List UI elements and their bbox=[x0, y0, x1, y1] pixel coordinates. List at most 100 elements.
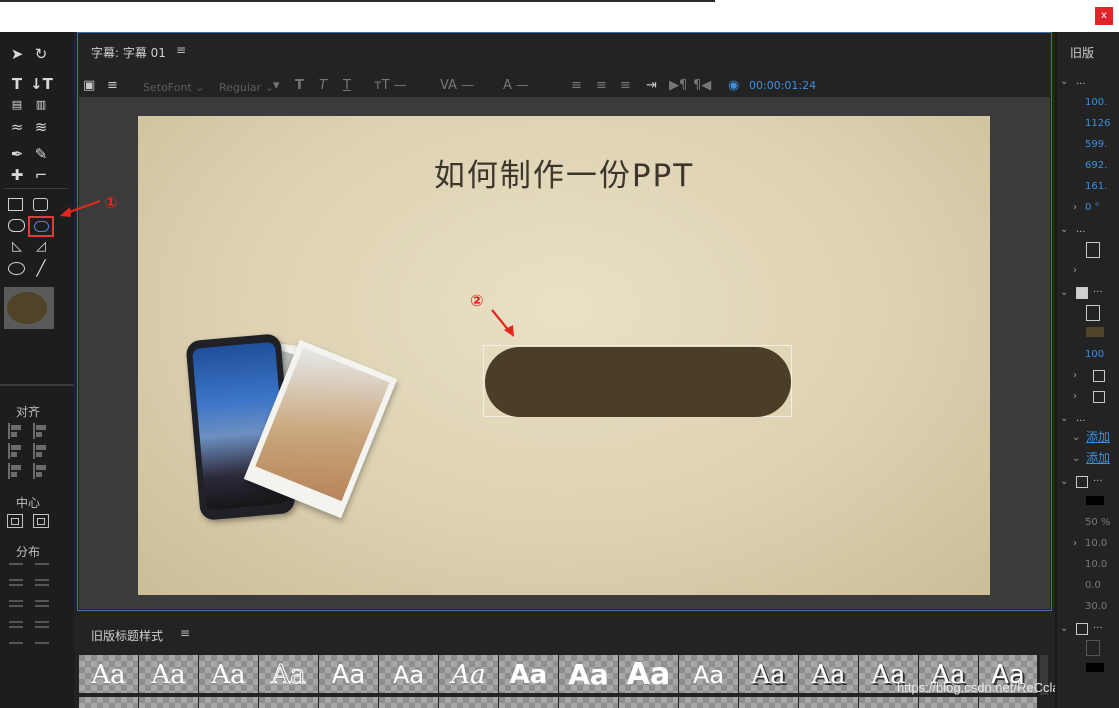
style-swatch[interactable]: Aa bbox=[559, 655, 618, 693]
background-timecode[interactable]: 00:00:01:24 bbox=[749, 79, 816, 92]
chevron-down-icon[interactable]: ⌄ bbox=[1060, 476, 1068, 487]
leading-icon[interactable]: ᴛT — bbox=[374, 78, 407, 93]
distribute-top-icon[interactable] bbox=[35, 563, 49, 581]
sheen-checkbox[interactable] bbox=[1093, 370, 1105, 382]
style-swatch[interactable] bbox=[979, 697, 1037, 708]
opacity-value[interactable]: 100 bbox=[1085, 349, 1104, 360]
distribute-right-icon[interactable] bbox=[9, 605, 23, 623]
rounded-rectangle-tool-selected[interactable] bbox=[28, 216, 54, 237]
styles-panel-menu-icon[interactable]: ≡ bbox=[180, 626, 190, 640]
distribute-left-icon[interactable] bbox=[9, 563, 23, 581]
center-vertical-icon[interactable] bbox=[33, 514, 49, 528]
style-swatch[interactable] bbox=[859, 697, 918, 708]
fill-checkbox[interactable] bbox=[1076, 287, 1088, 299]
style-swatch[interactable]: Aa bbox=[259, 655, 318, 693]
align-left-text-icon[interactable]: ≡ bbox=[571, 78, 582, 93]
style-swatch[interactable] bbox=[739, 697, 798, 708]
style-swatch[interactable]: Aa bbox=[799, 655, 858, 693]
style-swatch[interactable]: Aa bbox=[79, 655, 138, 693]
chevron-down-icon[interactable]: ⌄ bbox=[1060, 623, 1068, 634]
arc-tool-icon[interactable]: ◿ bbox=[30, 238, 52, 256]
font-size-icon[interactable]: ▾ bbox=[273, 78, 280, 93]
dropdown-toggle[interactable] bbox=[1086, 242, 1100, 258]
style-swatch[interactable] bbox=[319, 697, 378, 708]
style-swatch[interactable] bbox=[79, 697, 138, 708]
path-type-tool-icon[interactable]: ≈ bbox=[6, 118, 28, 136]
slide-title-text[interactable]: 如何制作一份PPT bbox=[138, 150, 990, 195]
font-style-select[interactable]: Regular ⌄ bbox=[219, 81, 274, 94]
property-value[interactable]: 100. bbox=[1085, 97, 1107, 108]
style-swatch[interactable] bbox=[259, 697, 318, 708]
pen-tool-icon[interactable]: ✒ bbox=[6, 145, 28, 163]
italic-icon[interactable]: T bbox=[319, 78, 327, 93]
dropdown-toggle[interactable] bbox=[1086, 640, 1100, 656]
align-center-text-icon[interactable]: ≡ bbox=[596, 78, 607, 93]
align-right-text-icon[interactable]: ≡ bbox=[620, 78, 631, 93]
shadow-distance-value[interactable]: 10.0 bbox=[1085, 559, 1107, 570]
font-family-select[interactable]: SetoFont ⌄ bbox=[143, 81, 204, 94]
rounded-rectangle-tool-icon[interactable] bbox=[33, 198, 48, 211]
style-swatch[interactable]: Aa bbox=[319, 655, 378, 693]
close-button[interactable]: x bbox=[1095, 7, 1113, 25]
underline-icon[interactable]: T bbox=[343, 78, 351, 93]
chevron-right-icon[interactable]: › bbox=[1073, 265, 1077, 276]
style-swatch[interactable] bbox=[499, 697, 558, 708]
paragraph-ltr-icon[interactable]: ¶◀ bbox=[693, 78, 711, 93]
distribute-bottom-icon[interactable] bbox=[35, 605, 49, 623]
property-value[interactable]: 0 ° bbox=[1085, 202, 1100, 213]
center-horizontal-icon[interactable] bbox=[7, 514, 23, 528]
line-tool-icon[interactable]: ╱ bbox=[30, 259, 52, 277]
properties-tab[interactable]: 旧版 bbox=[1070, 44, 1094, 61]
distribute-spacing-v-icon[interactable] bbox=[35, 626, 49, 644]
shadow-checkbox[interactable] bbox=[1076, 476, 1088, 488]
style-swatch[interactable]: Aa bbox=[499, 655, 558, 693]
chevron-down-icon[interactable]: ⌄ bbox=[1060, 413, 1068, 424]
style-swatch[interactable] bbox=[379, 697, 438, 708]
roll-crawl-icon[interactable]: ▣ bbox=[83, 78, 95, 93]
chevron-down-icon[interactable]: ⌄ bbox=[1072, 432, 1080, 443]
shadow-color-swatch[interactable] bbox=[1086, 496, 1104, 505]
property-value[interactable]: 599. bbox=[1085, 139, 1107, 150]
property-value[interactable]: 1126 bbox=[1085, 118, 1110, 129]
paragraph-rtl-icon[interactable]: ▶¶ bbox=[669, 78, 687, 93]
texture-checkbox[interactable] bbox=[1093, 391, 1105, 403]
style-swatch[interactable] bbox=[199, 697, 258, 708]
background-checkbox[interactable] bbox=[1076, 623, 1088, 635]
shadow-spread-value[interactable]: 30.0 bbox=[1085, 601, 1107, 612]
chevron-right-icon[interactable]: › bbox=[1073, 202, 1077, 213]
rounded-rectangle-shape[interactable] bbox=[485, 347, 791, 417]
align-right-icon[interactable] bbox=[8, 463, 26, 479]
distribute-spacing-h-icon[interactable] bbox=[9, 626, 23, 644]
add-inner-stroke-link[interactable]: 添加 bbox=[1086, 428, 1110, 445]
align-top-icon[interactable] bbox=[33, 423, 51, 439]
shadow-opacity-value[interactable]: 50 % bbox=[1085, 517, 1110, 528]
distribute-center-v-icon[interactable] bbox=[35, 584, 49, 602]
title-tab[interactable]: 字幕: 字幕 01 bbox=[91, 44, 166, 61]
vertical-path-type-tool-icon[interactable]: ≋ bbox=[30, 118, 52, 136]
style-swatch[interactable]: Aa bbox=[739, 655, 798, 693]
align-center-h-icon[interactable] bbox=[8, 443, 26, 459]
style-swatch[interactable]: Aa bbox=[439, 655, 498, 693]
baseline-shift-icon[interactable]: A — bbox=[503, 78, 529, 93]
chevron-down-icon[interactable]: ⌄ bbox=[1072, 453, 1080, 464]
chevron-down-icon[interactable]: ⌄ bbox=[1060, 224, 1068, 235]
align-center-v-icon[interactable] bbox=[33, 443, 51, 459]
vertical-area-type-tool-icon[interactable]: ▥ bbox=[30, 96, 52, 114]
bold-icon[interactable]: T bbox=[295, 78, 304, 93]
shadow-size-value[interactable]: 0.0 bbox=[1085, 580, 1101, 591]
property-value[interactable]: 161. bbox=[1085, 181, 1107, 192]
style-swatch[interactable] bbox=[679, 697, 738, 708]
rectangle-tool-icon[interactable] bbox=[8, 198, 23, 211]
tab-stops-icon[interactable]: ≡ bbox=[107, 78, 118, 93]
style-swatch[interactable] bbox=[799, 697, 858, 708]
style-swatch[interactable] bbox=[439, 697, 498, 708]
align-bottom-icon[interactable] bbox=[33, 463, 51, 479]
selection-tool-icon[interactable]: ➤ bbox=[6, 45, 28, 63]
style-swatch[interactable] bbox=[139, 697, 198, 708]
style-swatch[interactable] bbox=[919, 697, 978, 708]
fill-color-swatch[interactable] bbox=[1086, 327, 1104, 337]
chevron-right-icon[interactable]: › bbox=[1073, 370, 1077, 381]
ellipse-tool-icon[interactable] bbox=[8, 262, 25, 275]
distribute-center-h-icon[interactable] bbox=[9, 584, 23, 602]
type-tool-icon[interactable]: T bbox=[6, 75, 28, 93]
